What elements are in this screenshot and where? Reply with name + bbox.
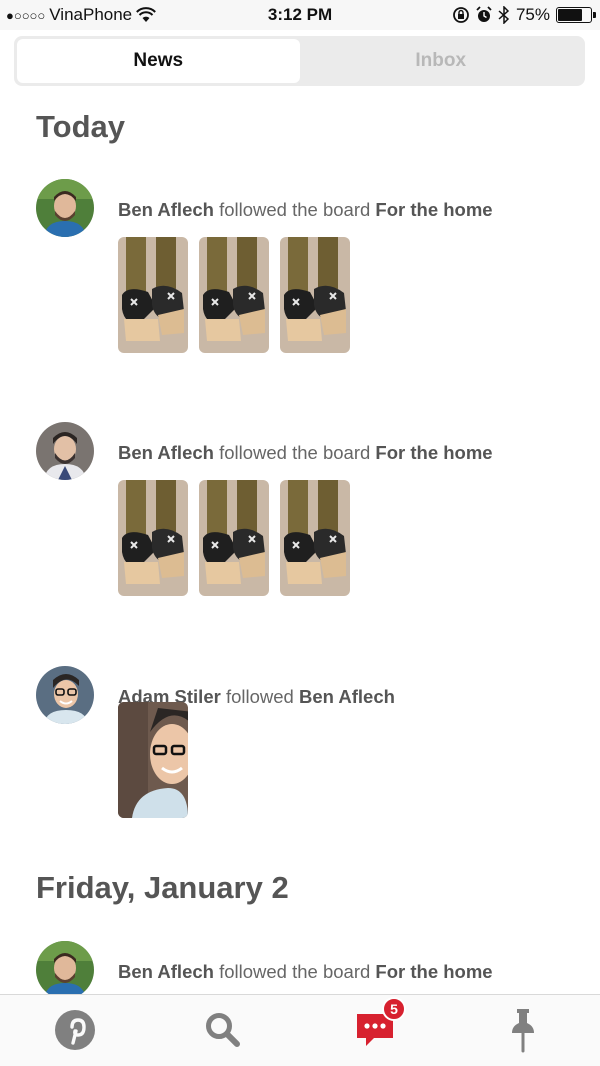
activity-item[interactable]: Ben Aflech followed the board For the ho… bbox=[0, 422, 600, 602]
avatar[interactable] bbox=[36, 666, 94, 724]
status-bar: ●○○○○ VinaPhone 3:12 PM 75% bbox=[0, 0, 600, 30]
activity-text: Ben Aflech followed the board For the ho… bbox=[118, 961, 493, 983]
section-title-friday: Friday, January 2 bbox=[36, 870, 289, 905]
activity-item[interactable]: Adam Stiler followed Ben Aflech bbox=[0, 666, 600, 846]
tab-news[interactable]: News bbox=[17, 39, 300, 83]
battery-fill bbox=[558, 9, 582, 21]
actor-name[interactable]: Ben Aflech bbox=[118, 199, 214, 220]
pin-thumbnails bbox=[118, 237, 350, 353]
pin-thumbnail[interactable] bbox=[199, 480, 269, 596]
profile-tab[interactable] bbox=[498, 1005, 548, 1055]
home-tab[interactable] bbox=[50, 1005, 100, 1055]
avatar[interactable] bbox=[36, 179, 94, 237]
tab-inbox[interactable]: Inbox bbox=[300, 39, 583, 83]
pin-thumbnail[interactable] bbox=[280, 480, 350, 596]
actor-name[interactable]: Ben Aflech bbox=[118, 961, 214, 982]
actor-name[interactable]: Ben Aflech bbox=[118, 442, 214, 463]
activity-text: Ben Aflech followed the board For the ho… bbox=[118, 199, 493, 221]
bluetooth-icon bbox=[498, 6, 510, 24]
notification-badge: 5 bbox=[382, 997, 406, 1021]
bottom-tab-bar: 5 bbox=[0, 994, 600, 1066]
pin-thumbnail[interactable] bbox=[280, 237, 350, 353]
activity-action: followed bbox=[220, 686, 299, 707]
activity-action: followed the board bbox=[213, 961, 376, 982]
avatar[interactable] bbox=[36, 422, 94, 480]
activity-action: followed the board bbox=[213, 199, 376, 220]
orientation-lock-icon bbox=[453, 7, 469, 23]
activity-item[interactable]: Ben Aflech followed the board For the ho… bbox=[0, 941, 600, 994]
board-name[interactable]: For the home bbox=[375, 961, 492, 982]
pin-thumbnail[interactable] bbox=[118, 237, 188, 353]
section-title-today: Today bbox=[36, 109, 125, 144]
profile-thumbnail[interactable] bbox=[118, 702, 188, 818]
activity-item[interactable]: Ben Aflech followed the board For the ho… bbox=[0, 179, 600, 359]
followed-user-name[interactable]: Ben Aflech bbox=[299, 686, 395, 707]
news-inbox-switcher: News Inbox bbox=[14, 36, 585, 86]
pin-thumbnail[interactable] bbox=[199, 237, 269, 353]
board-name[interactable]: For the home bbox=[375, 199, 492, 220]
activity-action: followed the board bbox=[213, 442, 376, 463]
news-feed[interactable]: Today Ben Aflech followed the board For … bbox=[0, 86, 600, 994]
search-icon bbox=[206, 1013, 240, 1047]
avatar[interactable] bbox=[36, 941, 94, 994]
pin-icon bbox=[512, 1009, 534, 1053]
battery-icon bbox=[556, 7, 596, 23]
status-right: 75% bbox=[452, 5, 596, 25]
alarm-icon bbox=[476, 6, 492, 22]
notifications-tab[interactable]: 5 bbox=[350, 997, 406, 1055]
board-name[interactable]: For the home bbox=[375, 442, 492, 463]
activity-text: Ben Aflech followed the board For the ho… bbox=[118, 442, 493, 464]
search-tab[interactable] bbox=[198, 1005, 248, 1055]
pin-thumbnails bbox=[118, 702, 188, 818]
pin-thumbnail[interactable] bbox=[118, 480, 188, 596]
pinterest-logo-icon bbox=[55, 1010, 95, 1050]
pin-thumbnails bbox=[118, 480, 350, 596]
battery-percent: 75% bbox=[515, 5, 550, 24]
